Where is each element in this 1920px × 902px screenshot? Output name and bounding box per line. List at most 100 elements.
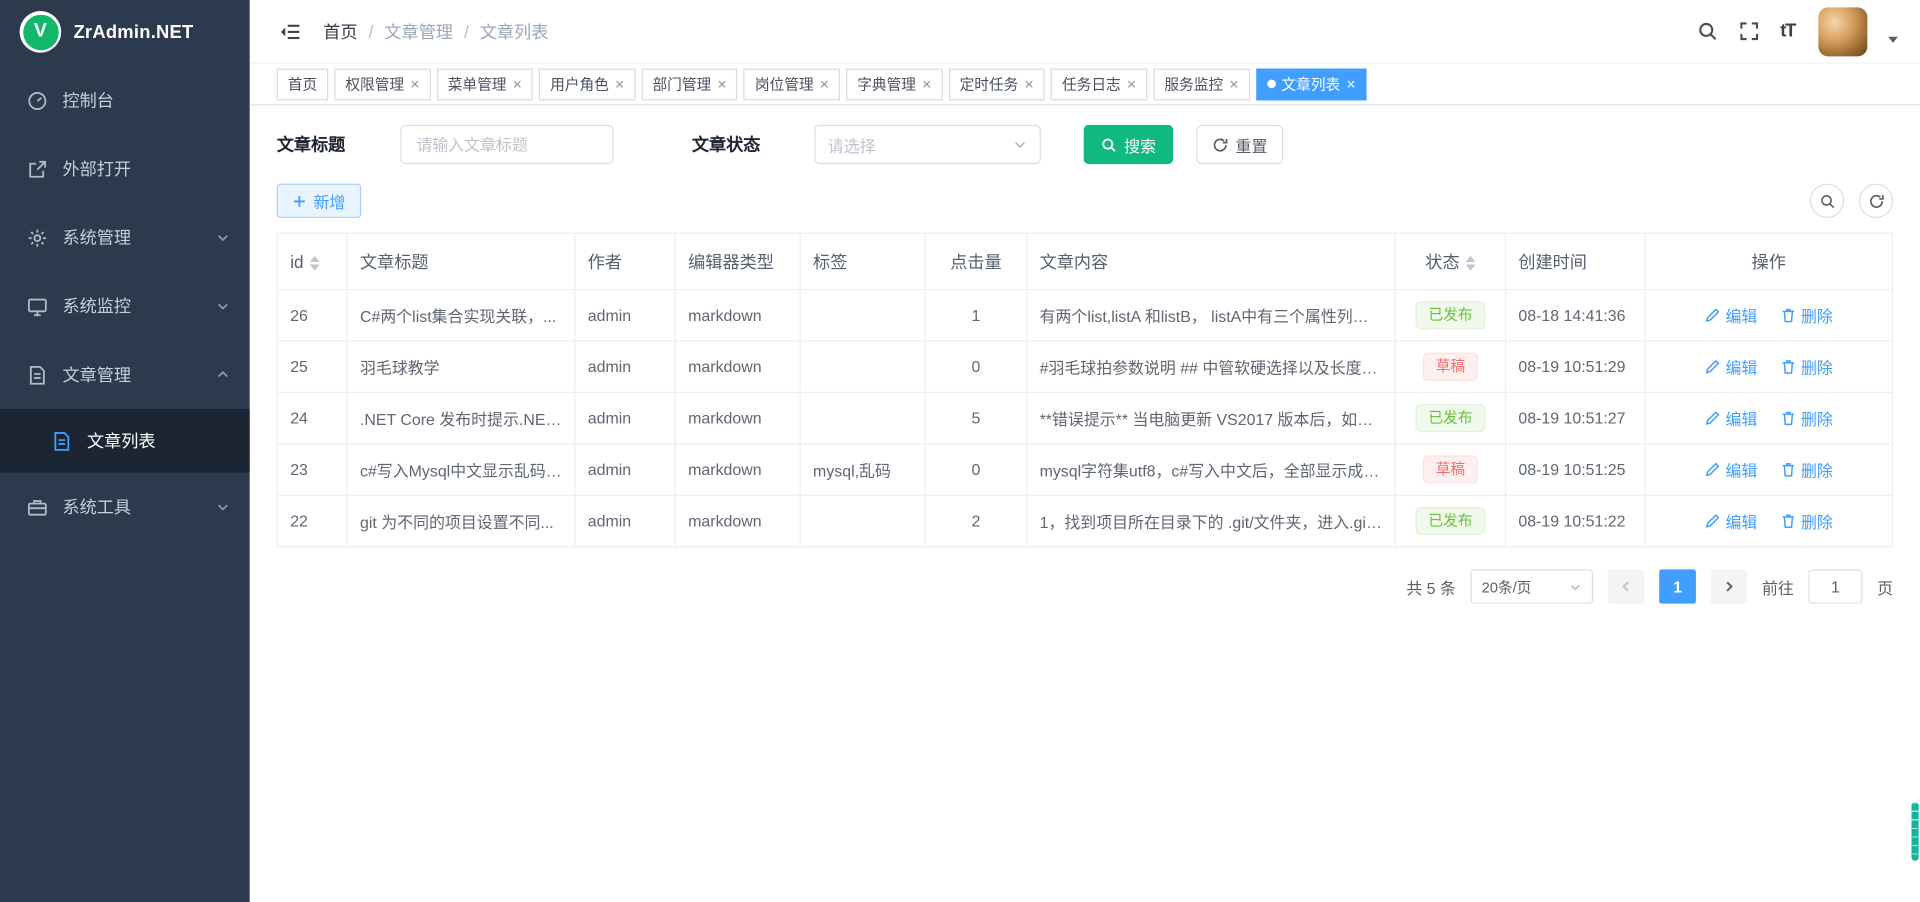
header-search-button[interactable]: [1697, 21, 1718, 42]
breadcrumb-separator: /: [369, 21, 374, 41]
tab-article-list[interactable]: 文章列表 ×: [1256, 68, 1367, 100]
tab-label: 权限管理: [345, 73, 404, 94]
col-label: 作者: [588, 252, 622, 272]
delete-icon: [1780, 307, 1796, 323]
status-badge: 已发布: [1416, 301, 1485, 330]
toggle-search-button[interactable]: [1810, 184, 1844, 218]
reset-button[interactable]: 重置: [1196, 125, 1283, 164]
search-icon: [1697, 21, 1718, 42]
tab-scheduled-tasks[interactable]: 定时任务 ×: [949, 68, 1045, 100]
page-size-select[interactable]: 20条/页: [1471, 569, 1593, 603]
tab-dict-mgmt[interactable]: 字典管理 ×: [846, 68, 942, 100]
sort-control[interactable]: [1466, 256, 1476, 271]
tab-home[interactable]: 首页: [277, 68, 328, 100]
table-tool-icons: [1810, 184, 1893, 218]
tab-service-monitor[interactable]: 服务监控 ×: [1153, 68, 1249, 100]
cell-created: 08-19 10:51:29: [1506, 341, 1646, 392]
font-size-button[interactable]: tT: [1780, 21, 1795, 42]
delete-icon: [1780, 410, 1796, 426]
fullscreen-button[interactable]: [1739, 21, 1760, 42]
next-page-button[interactable]: [1711, 569, 1748, 603]
logo-letter: V: [23, 14, 59, 50]
close-icon[interactable]: ×: [1346, 76, 1355, 92]
status-badge: 已发布: [1416, 404, 1485, 433]
close-icon[interactable]: ×: [615, 76, 624, 92]
cell-ops: 编辑 删除: [1645, 341, 1892, 392]
page-number-button[interactable]: 1: [1659, 569, 1696, 603]
breadcrumb-item-home[interactable]: 首页: [323, 19, 357, 43]
close-icon[interactable]: ×: [820, 76, 829, 92]
sidebar-item-article-mgmt[interactable]: 文章管理: [0, 340, 250, 409]
plus-icon: [293, 194, 306, 207]
caret-down-icon[interactable]: [1888, 36, 1898, 47]
avatar[interactable]: [1818, 7, 1867, 56]
close-icon[interactable]: ×: [410, 76, 419, 92]
sidebar-item-system-mgmt[interactable]: 系统管理: [0, 203, 250, 272]
refresh-table-button[interactable]: [1859, 184, 1893, 218]
tab-post-mgmt[interactable]: 岗位管理 ×: [744, 68, 840, 100]
col-editor: 编辑器类型: [675, 233, 800, 289]
goto-page-input[interactable]: [1809, 569, 1863, 603]
chevron-down-icon: [1569, 580, 1582, 593]
delete-button[interactable]: 删除: [1780, 458, 1833, 481]
edit-button[interactable]: 编辑: [1705, 458, 1758, 481]
sort-control[interactable]: [310, 256, 320, 271]
col-status[interactable]: 状态: [1395, 233, 1505, 289]
cell-hits: 0: [925, 341, 1027, 392]
sidebar-item-label: 文章列表: [87, 429, 156, 453]
dashboard-icon: [27, 90, 48, 111]
close-icon[interactable]: ×: [922, 76, 931, 92]
close-icon[interactable]: ×: [1025, 76, 1034, 92]
article-title-input[interactable]: [400, 125, 613, 164]
breadcrumb-item-article-list[interactable]: 文章列表: [480, 19, 549, 43]
app-logo[interactable]: V ZrAdmin.NET: [0, 0, 250, 64]
close-icon[interactable]: ×: [717, 76, 726, 92]
sidebar-collapse-button[interactable]: [279, 20, 301, 42]
close-icon[interactable]: ×: [1229, 76, 1238, 92]
cell-status: 已发布: [1395, 290, 1505, 341]
sidebar-item-article-list[interactable]: 文章列表: [0, 409, 250, 473]
edit-button[interactable]: 编辑: [1705, 355, 1758, 378]
reset-button-label: 重置: [1236, 133, 1268, 156]
table-row: 24 .NET Core 发布时提示.NET... admin markdown…: [277, 392, 1892, 443]
search-icon: [1101, 137, 1117, 153]
col-content: 文章内容: [1027, 233, 1396, 289]
sidebar-item-dashboard[interactable]: 控制台: [0, 66, 250, 135]
article-status-select[interactable]: 请选择: [814, 125, 1041, 164]
edit-button[interactable]: 编辑: [1705, 509, 1758, 532]
col-id[interactable]: id: [277, 233, 347, 289]
delete-button[interactable]: 删除: [1780, 304, 1833, 327]
tab-menu-mgmt[interactable]: 菜单管理 ×: [437, 68, 533, 100]
tab-user-role[interactable]: 用户角色 ×: [539, 68, 635, 100]
cell-tags: [800, 341, 925, 392]
chevron-right-icon: [1722, 579, 1737, 594]
delete-button[interactable]: 删除: [1780, 407, 1833, 430]
tags-view-bar: 首页 权限管理 × 菜单管理 × 用户角色 × 部门管理 × 岗位管理 ×: [250, 64, 1920, 106]
close-icon[interactable]: ×: [513, 76, 522, 92]
cell-status: 草稿: [1395, 341, 1505, 392]
tab-dept-mgmt[interactable]: 部门管理 ×: [641, 68, 737, 100]
sidebar-item-label: 系统工具: [62, 495, 215, 519]
scrollbar-thumb[interactable]: [1911, 802, 1918, 861]
edit-button[interactable]: 编辑: [1705, 304, 1758, 327]
edit-button[interactable]: 编辑: [1705, 407, 1758, 430]
add-button[interactable]: 新增: [277, 184, 362, 218]
close-icon[interactable]: ×: [1127, 76, 1136, 92]
delete-button[interactable]: 删除: [1780, 509, 1833, 532]
breadcrumb-item-article-mgmt[interactable]: 文章管理: [384, 19, 453, 43]
edit-icon: [1705, 307, 1721, 323]
delete-button[interactable]: 删除: [1780, 355, 1833, 378]
cell-editor: markdown: [675, 444, 800, 495]
col-label: 操作: [1752, 252, 1786, 272]
search-button[interactable]: 搜索: [1084, 125, 1173, 164]
tab-task-log[interactable]: 任务日志 ×: [1051, 68, 1147, 100]
table-row: 23 c#写入Mysql中文显示乱码 ... admin markdown my…: [277, 444, 1892, 495]
search-button-label: 搜索: [1124, 133, 1156, 156]
sidebar-item-external-open[interactable]: 外部打开: [0, 135, 250, 204]
prev-page-button[interactable]: [1608, 569, 1645, 603]
document-icon: [27, 364, 48, 385]
sidebar-item-system-tools[interactable]: 系统工具: [0, 473, 250, 542]
sidebar-item-system-monitor[interactable]: 系统监控: [0, 272, 250, 341]
status-badge: 已发布: [1416, 507, 1485, 536]
tab-permission-mgmt[interactable]: 权限管理 ×: [334, 68, 430, 100]
